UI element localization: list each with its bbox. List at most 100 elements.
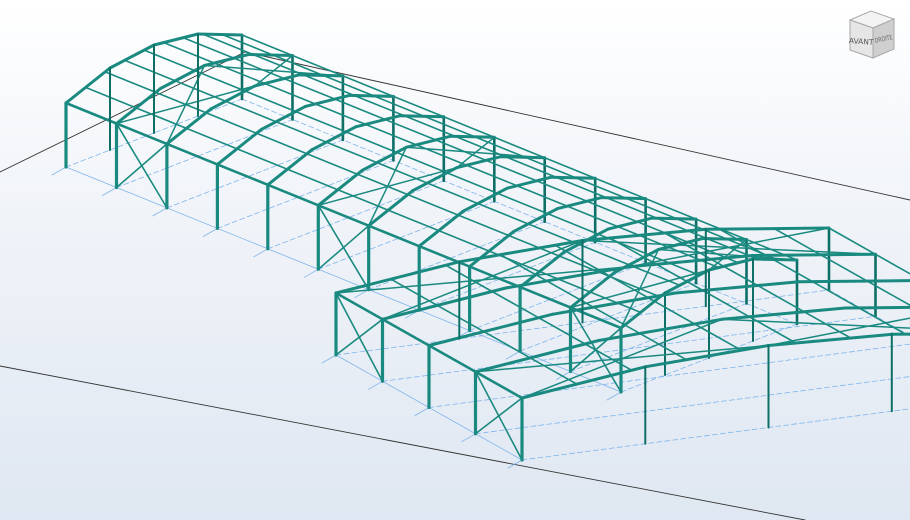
- rafter: [165, 107, 213, 146]
- purlin: [193, 69, 246, 92]
- purlin: [436, 304, 485, 333]
- grid-axis-line: [116, 119, 293, 188]
- purlin: [185, 127, 238, 150]
- purlin: [294, 110, 347, 133]
- purlin: [174, 80, 227, 102]
- wall-bracing: [115, 122, 168, 209]
- purlin: [647, 296, 696, 325]
- purlin: [874, 253, 910, 275]
- eave-beam: [316, 204, 371, 227]
- steel-members: [64, 32, 910, 462]
- purlin: [306, 152, 359, 175]
- purlin: [516, 184, 569, 207]
- rafter: [704, 226, 831, 231]
- eave-beam: [367, 224, 421, 248]
- grid-axis-line: [414, 407, 430, 416]
- grid-axis-line: [267, 180, 445, 250]
- rafter: [797, 279, 910, 284]
- purlin: [364, 123, 417, 146]
- rafter: [367, 189, 415, 228]
- purlin: [244, 90, 297, 113]
- purlin: [457, 214, 510, 237]
- view-cube-icon[interactable]: AVANT DROITE: [838, 6, 904, 64]
- grid-axis-line: [556, 371, 571, 380]
- purlin: [345, 131, 398, 154]
- eave-beam: [417, 244, 471, 268]
- grid-axis-line: [428, 343, 910, 408]
- eave-beam: [64, 101, 118, 125]
- rafter: [890, 332, 910, 336]
- purlin: [819, 254, 869, 282]
- rafter: [427, 312, 554, 347]
- ground-edge-front: [0, 365, 806, 520]
- rafter: [108, 43, 156, 70]
- grid-axis-line: [152, 207, 168, 217]
- purlin: [395, 151, 448, 174]
- 3d-viewport[interactable]: AVANT DROITE: [0, 0, 910, 520]
- purlin: [123, 59, 176, 82]
- purlin: [406, 193, 460, 216]
- purlin: [566, 205, 619, 228]
- grid-axis-line: [65, 166, 622, 393]
- viewcube-front-label[interactable]: AVANT: [849, 36, 875, 47]
- purlin: [496, 192, 549, 215]
- purlin: [143, 49, 196, 72]
- grid-axis-line: [521, 408, 910, 461]
- rafter: [750, 252, 877, 257]
- rafter: [381, 286, 508, 321]
- rafter: [266, 148, 314, 187]
- grid-axis-line: [606, 391, 622, 401]
- eave-beam: [266, 183, 320, 207]
- grid-axis-line: [51, 166, 67, 176]
- rafter: [843, 305, 910, 310]
- structure-model[interactable]: [0, 0, 910, 520]
- purlin: [325, 141, 378, 164]
- rafter: [152, 32, 200, 47]
- purlin: [236, 148, 289, 171]
- rafter: [417, 209, 465, 248]
- purlin: [182, 36, 235, 59]
- grid-axis-line: [216, 159, 394, 229]
- purlin: [263, 82, 316, 105]
- purlin: [811, 280, 860, 309]
- purlin: [387, 209, 440, 232]
- rafter: [64, 66, 112, 105]
- purlin: [376, 161, 429, 184]
- purlin: [275, 120, 328, 143]
- purlin: [491, 290, 540, 319]
- purlin: [286, 168, 339, 191]
- purlin: [224, 100, 277, 123]
- rafter: [474, 339, 601, 374]
- purlin: [482, 330, 532, 359]
- purlin: [628, 264, 681, 287]
- grid-axis-line: [202, 227, 218, 237]
- eave-beam: [165, 142, 219, 166]
- purlin: [437, 229, 491, 252]
- rafter: [520, 365, 647, 400]
- roof-bracing: [367, 146, 408, 227]
- purlin: [104, 71, 157, 94]
- eave-beam: [216, 163, 270, 187]
- rafter: [215, 127, 263, 166]
- grid-axis-line: [321, 354, 337, 364]
- purlin: [828, 227, 877, 256]
- grid-axis-line: [368, 380, 383, 390]
- rafter: [643, 344, 770, 369]
- purlin: [255, 132, 308, 155]
- purlin: [465, 164, 518, 187]
- purlin: [314, 103, 367, 126]
- purlin: [205, 112, 258, 135]
- grid-axis-line: [102, 187, 117, 196]
- purlin: [426, 182, 479, 205]
- grid-axis-line: [475, 376, 910, 435]
- rafter: [720, 306, 847, 321]
- purlin: [356, 173, 409, 196]
- rafter: [674, 280, 801, 295]
- purlin: [446, 172, 499, 195]
- roof-bracing: [620, 248, 660, 329]
- purlin: [577, 243, 631, 266]
- rafter: [468, 230, 516, 269]
- purlin: [866, 280, 910, 307]
- eave-beam: [381, 317, 431, 347]
- grid-axis-line: [505, 350, 521, 360]
